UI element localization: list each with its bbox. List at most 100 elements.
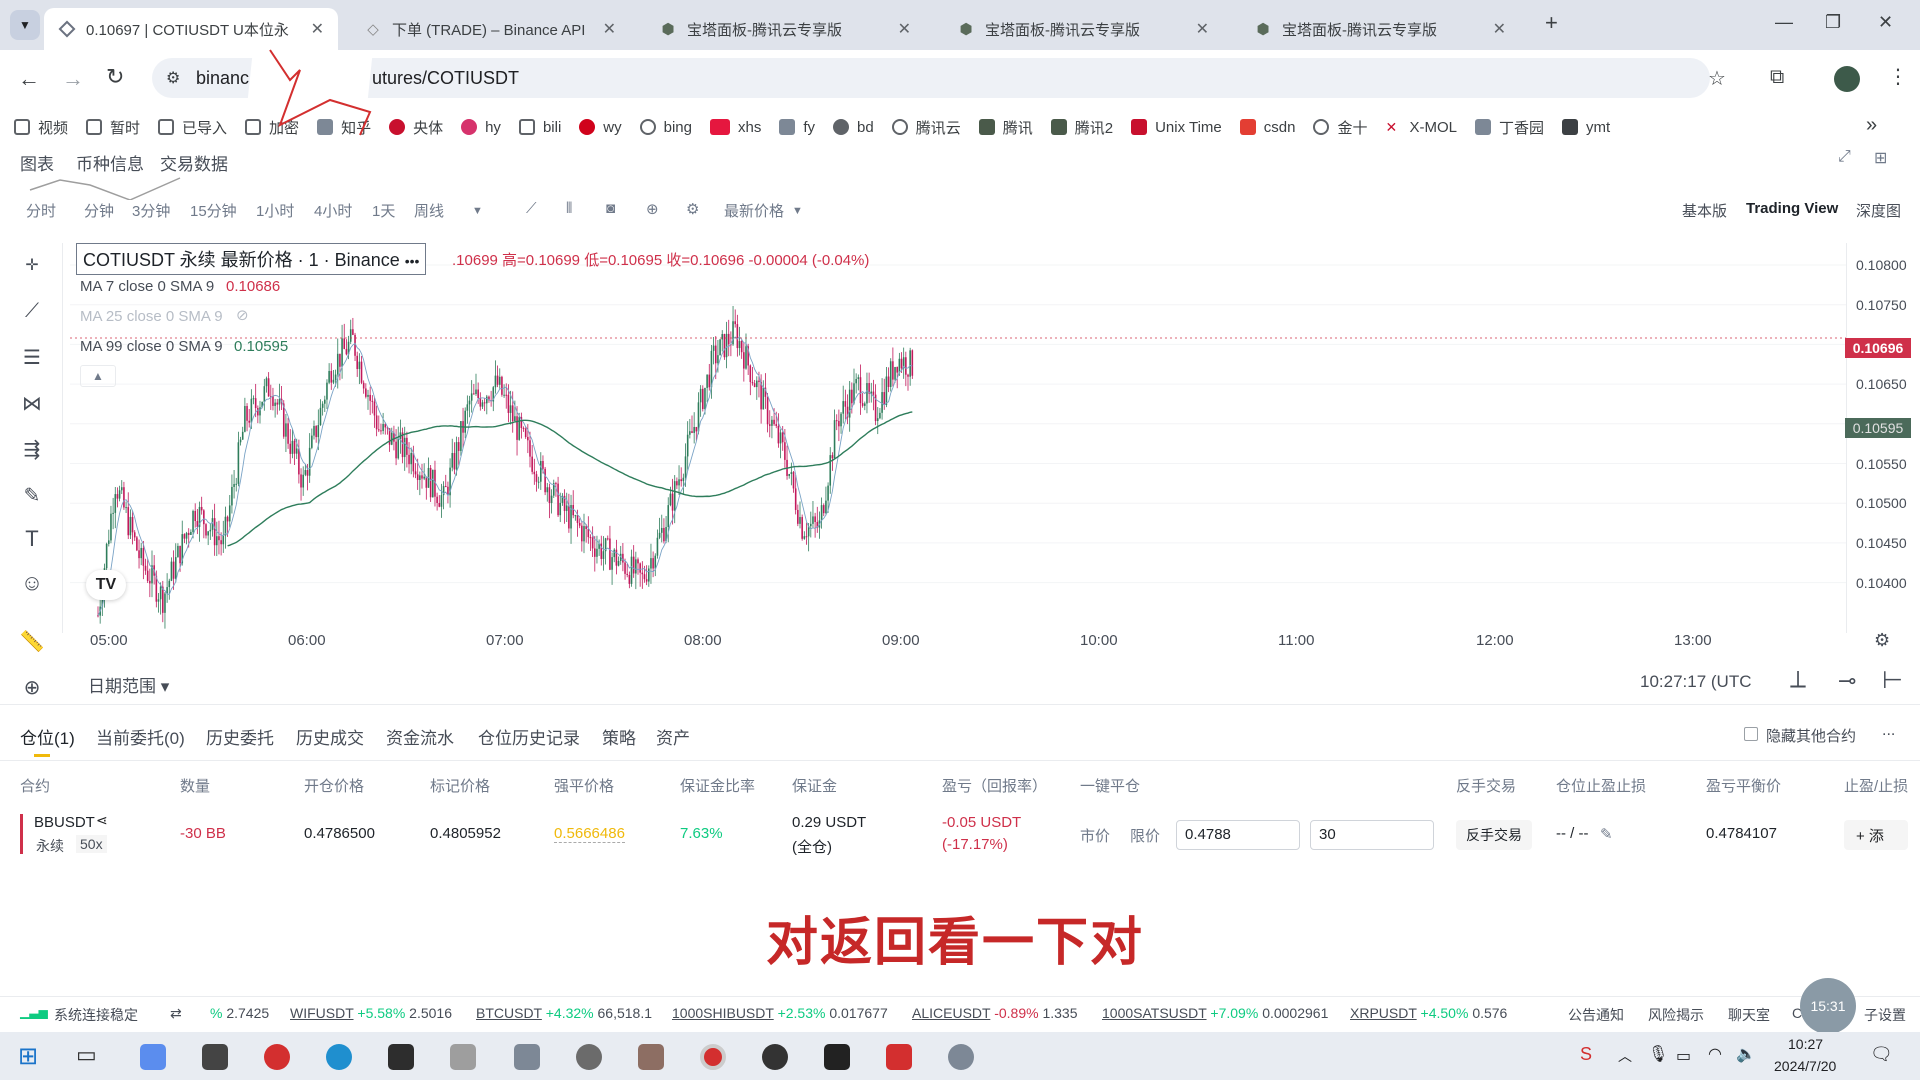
hide-other-checkbox[interactable] — [1744, 727, 1758, 741]
close-icon[interactable]: ✕ — [1196, 19, 1209, 39]
wps-icon[interactable] — [886, 1044, 912, 1070]
ticker-item[interactable]: WIFUSDT +5.58% 2.5016 — [290, 1005, 452, 1021]
app-icon-9[interactable] — [638, 1044, 664, 1070]
notification-icon[interactable]: 🗨 — [1870, 1044, 1893, 1065]
camera-icon[interactable]: ◙ — [606, 200, 615, 217]
view-basic[interactable]: 基本版 — [1682, 200, 1727, 221]
interval-1d[interactable]: 1天 — [372, 200, 395, 221]
menu-icon[interactable]: ⋮ — [1888, 64, 1908, 89]
app-icon-2[interactable] — [202, 1044, 228, 1070]
reverse-button[interactable]: 反手交易 — [1456, 820, 1532, 850]
app-icon-3[interactable] — [264, 1044, 290, 1070]
close-limit-button[interactable]: 限价 — [1130, 825, 1160, 846]
ticker-item[interactable]: % 2.7425 — [210, 1005, 269, 1021]
bookmark-item[interactable]: csdn — [1239, 119, 1295, 136]
settings-icon[interactable]: ⚙ — [686, 200, 699, 218]
interval-week[interactable]: 周线 — [414, 200, 444, 221]
fib-icon[interactable]: ☰ — [17, 342, 47, 372]
tab-open-orders[interactable]: 当前委托(0) — [96, 724, 185, 749]
edge-icon[interactable] — [326, 1044, 352, 1070]
bookmark-item[interactable]: bd — [833, 119, 874, 136]
brush-icon[interactable]: ✎ — [17, 480, 47, 510]
app-icon-6[interactable] — [450, 1044, 476, 1070]
tab-position-history[interactable]: 仓位历史记录 — [478, 724, 580, 749]
measure-icon[interactable]: ⟂ — [1790, 666, 1806, 694]
close-icon[interactable]: ✕ — [898, 19, 911, 39]
new-tab-button[interactable]: + — [1545, 10, 1558, 36]
app-icon-14[interactable] — [948, 1044, 974, 1070]
layout-icon[interactable]: ⊞ — [1874, 148, 1887, 168]
eye-hidden-icon[interactable]: ⊘ — [236, 306, 249, 324]
tab-4[interactable]: ⬢ 宝塔面板-腾讯云专享版 ✕ — [1240, 8, 1520, 50]
interval-1h[interactable]: 1小时 — [256, 200, 294, 221]
view-depth[interactable]: 深度图 — [1856, 200, 1901, 221]
bookmark-item[interactable]: fy — [779, 119, 815, 136]
avatar[interactable] — [1834, 66, 1860, 92]
bookmark-item[interactable]: 金十 — [1313, 117, 1367, 138]
tab-funding[interactable]: 资金流水 — [386, 724, 454, 749]
task-view-icon[interactable]: ▭ — [76, 1042, 97, 1068]
bookmark-item[interactable]: ✕ X-MOL — [1385, 119, 1457, 136]
tab-trade-history[interactable]: 历史成交 — [296, 724, 364, 749]
restore-icon[interactable]: ❐ — [1825, 12, 1841, 33]
fullscreen-icon[interactable]: ⤢ — [1838, 148, 1851, 166]
panel-more-icon[interactable]: ... — [1882, 722, 1895, 740]
ticker-item[interactable]: 1000SHIBUSDT +2.53% 0.017677 — [672, 1005, 888, 1021]
date-range-button[interactable]: 日期范围 ▾ — [88, 672, 169, 697]
more-bookmarks-icon[interactable]: » — [1866, 114, 1877, 137]
indicator-icon[interactable]: ⟋ — [526, 200, 537, 217]
close-icon[interactable]: ✕ — [1493, 19, 1506, 39]
tray-sogou-icon[interactable]: S — [1580, 1044, 1592, 1065]
price-type-select[interactable]: 最新价格 — [724, 200, 784, 221]
bookmark-item[interactable]: Unix Time — [1131, 119, 1222, 136]
pattern-icon[interactable]: ⋈ — [17, 388, 47, 418]
interval-3m[interactable]: 3分钟 — [132, 200, 170, 221]
ticker-item[interactable]: XRPUSDT +4.50% 0.576 — [1350, 1005, 1507, 1021]
bookmark-item[interactable]: hy — [461, 119, 501, 136]
extensions-icon[interactable]: ⧉ — [1770, 66, 1784, 89]
leverage-badge[interactable]: 50x — [76, 835, 107, 853]
edit-icon[interactable]: ✎ — [1600, 825, 1613, 843]
qq-icon[interactable] — [762, 1044, 788, 1070]
tab-3[interactable]: ⬢ 宝塔面板-腾讯云专享版 ✕ — [943, 8, 1223, 50]
more-icon[interactable]: ••• — [405, 253, 420, 269]
position-symbol[interactable]: BBUSDT — [34, 814, 95, 831]
bookmark-item[interactable]: 腾讯 — [978, 117, 1033, 138]
app-icon-7[interactable] — [514, 1044, 540, 1070]
windows-start-icon[interactable]: ⊞ — [18, 1042, 38, 1071]
terminal-icon[interactable] — [388, 1044, 414, 1070]
trend-line-icon[interactable]: ⟋ — [17, 296, 47, 326]
horizontal-line-icon[interactable]: ⊸ — [1838, 668, 1856, 694]
ticker-item[interactable]: 1000SATSUSDT +7.09% 0.0002961 — [1102, 1005, 1328, 1021]
chart-type-icon[interactable]: ⫴ — [566, 200, 572, 217]
chart-settings-icon[interactable]: ⚙ — [1874, 630, 1890, 651]
tab-strategy[interactable]: 策略 — [602, 724, 636, 749]
bookmark-item[interactable]: bing — [639, 119, 692, 136]
forecast-icon[interactable]: ⇶ — [17, 434, 47, 464]
bookmark-item[interactable]: wy — [579, 119, 622, 136]
chevron-down-icon[interactable]: ▼ — [792, 205, 803, 217]
close-market-button[interactable]: 市价 — [1080, 825, 1110, 846]
wechat-icon[interactable] — [576, 1044, 602, 1070]
tray-chevron-icon[interactable]: ︿ — [1618, 1046, 1632, 1066]
candlestick-chart[interactable] — [70, 243, 1846, 633]
collapse-legend-button[interactable]: ▲ — [80, 365, 116, 387]
link-risk[interactable]: 风险揭示 — [1648, 1005, 1704, 1025]
tab-search-button[interactable]: ▼ — [10, 10, 40, 40]
crosshair-icon[interactable]: ✛ — [17, 250, 47, 280]
interval-4h[interactable]: 4小时 — [314, 200, 352, 221]
interval-dropdown-icon[interactable]: ▼ — [472, 205, 483, 217]
limit-price-input[interactable]: 0.4788 — [1176, 820, 1300, 850]
link-announcements[interactable]: 公告通知 — [1568, 1005, 1624, 1025]
close-icon[interactable]: ✕ — [603, 19, 616, 39]
interval-1m[interactable]: 分钟 — [84, 200, 114, 221]
add-tpsl-button[interactable]: + 添 — [1844, 820, 1908, 850]
bookmark-item[interactable]: xhs — [709, 119, 761, 136]
bookmark-item[interactable]: 丁香园 — [1474, 117, 1544, 138]
link-settings[interactable]: 子设置 — [1864, 1005, 1906, 1025]
tab-2[interactable]: ⬢ 宝塔面板-腾讯云专享版 ✕ — [645, 8, 925, 50]
ticker-settings-icon[interactable]: ⇄ — [170, 1005, 182, 1022]
view-tradingview[interactable]: Trading View — [1746, 200, 1838, 217]
bookmark-item[interactable]: ymt — [1561, 119, 1610, 136]
pycharm-icon[interactable] — [824, 1044, 850, 1070]
